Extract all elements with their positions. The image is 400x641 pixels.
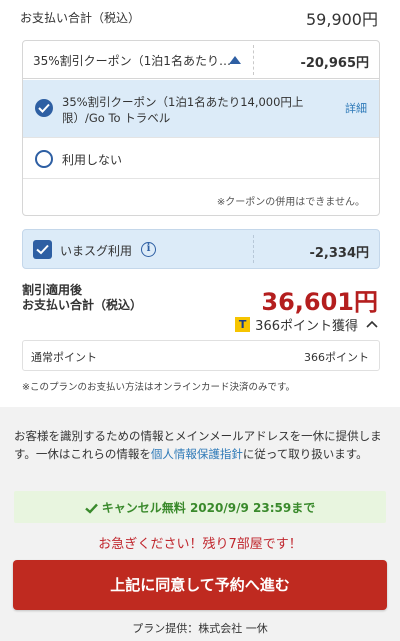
- points-earned-text: 366ポイント獲得: [255, 318, 358, 334]
- free-cancel-text: キャンセル無料 2020/9/9 23:59まで: [101, 501, 316, 515]
- normal-points-label: 通常ポイント: [31, 351, 97, 364]
- t-point-icon: T: [235, 316, 251, 332]
- payment-note: ※このプランのお支払い方法はオンラインカード決済のみです。: [22, 382, 296, 393]
- free-cancel-banner: キャンセル無料 2020/9/9 23:59まで: [14, 491, 386, 523]
- coupon-dropdown[interactable]: 35%割引クーポン（1泊1名あたり… -20,965円: [23, 41, 379, 79]
- after-discount-label-line2: お支払い合計（税込）: [22, 298, 143, 312]
- after-discount-label: 割引適用後 お支払い合計（税込）: [22, 283, 142, 313]
- checked-radio-icon[interactable]: [35, 99, 53, 117]
- check-icon: [84, 503, 98, 514]
- after-discount-label-line1: 割引適用後: [22, 283, 83, 297]
- privacy-policy-link[interactable]: 個人情報保護指針: [151, 447, 243, 461]
- info-icon[interactable]: i: [141, 242, 156, 257]
- rooms-left-alert: お急ぎください！残り7部屋です！: [98, 537, 302, 552]
- chevron-up-icon[interactable]: [366, 320, 378, 328]
- coupon-selector: 35%割引クーポン（1泊1名あたり… -20,965円 35%割引クーポン（1泊…: [22, 40, 380, 216]
- coupon-note: ※クーポンの併用はできません。: [216, 197, 365, 208]
- caret-up-icon: [229, 56, 241, 64]
- imasugu-checkbox[interactable]: [33, 240, 52, 259]
- privacy-notice: お客様を識別するための情報とメインメールアドレスを一休に提供します。一休はこれら…: [14, 427, 388, 463]
- imasugu-row[interactable]: いまスグ利用 i -2,334円: [22, 229, 380, 269]
- coupon-detail-link[interactable]: 詳細: [345, 100, 367, 116]
- total-label: お支払い合計（税込）: [20, 11, 141, 25]
- normal-points-value: 366ポイント: [304, 351, 369, 364]
- booking-summary-card: お支払い合計（税込） 59,900円 35%割引クーポン（1泊1名あたり… -2…: [0, 0, 400, 407]
- coupon-amount: -20,965円: [300, 56, 369, 71]
- points-earned-toggle[interactable]: T 366ポイント獲得: [235, 315, 378, 334]
- coupon-option-35-percent[interactable]: 35%割引クーポン（1泊1名あたり14,000円上限）/Go To トラベル 詳…: [23, 80, 379, 138]
- normal-points-row: 通常ポイント 366ポイント: [22, 340, 380, 371]
- coupon-option-none-label: 利用しない: [62, 153, 123, 167]
- imasugu-label: いまスグ利用: [60, 244, 133, 258]
- privacy-text-after: に従って取り扱います。: [242, 447, 368, 461]
- free-cancel-content: キャンセル無料 2020/9/9 23:59まで: [14, 499, 386, 516]
- after-discount-total: 36,601円: [261, 288, 378, 316]
- total-value: 59,900円: [306, 10, 378, 29]
- radio-icon[interactable]: [35, 150, 53, 168]
- plan-provider: プラン提供：株式会社 一休: [132, 622, 268, 635]
- imasugu-amount: -2,334円: [309, 246, 369, 261]
- coupon-selected-label: 35%割引クーポン（1泊1名あたり…: [33, 54, 231, 68]
- agree-and-reserve-button[interactable]: 上記に同意して予約へ進む: [13, 560, 387, 610]
- coupon-option-none[interactable]: 利用しない: [23, 139, 379, 179]
- divider: [253, 235, 254, 263]
- total-row: お支払い合計（税込） 59,900円: [20, 6, 380, 30]
- coupon-option-label: 35%割引クーポン（1泊1名あたり14,000円上限）/Go To トラベル: [62, 95, 304, 125]
- divider: [253, 45, 254, 75]
